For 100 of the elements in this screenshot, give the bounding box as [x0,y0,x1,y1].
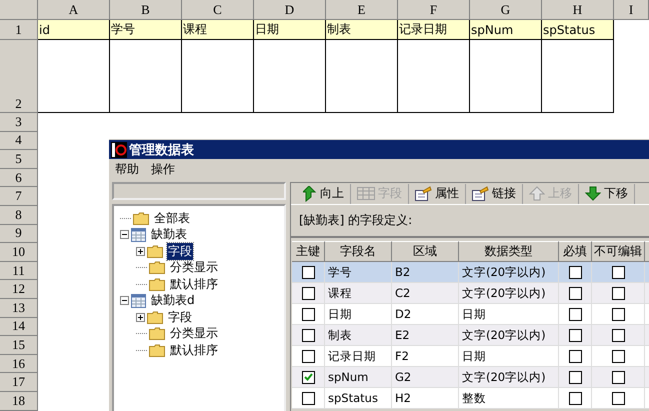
row-header[interactable]: 1 [0,20,38,40]
checkbox[interactable] [568,328,582,342]
checkbox[interactable] [302,350,314,362]
row-header[interactable]: 15 [0,336,38,355]
checkbox[interactable] [302,328,314,342]
toolbar-button[interactable]: 链接 [466,184,523,204]
checkbox[interactable] [302,308,314,320]
tree-item[interactable]: 缺勤表d [150,292,196,310]
tree-item[interactable]: 分类显示 [169,259,219,276]
row-header[interactable]: 4 [0,132,38,150]
column-header[interactable]: A [38,0,110,20]
expand-icon[interactable] [136,312,145,322]
row-header[interactable]: 6 [0,168,38,188]
checkbox[interactable] [568,266,582,278]
table-icon [131,294,146,308]
checkbox[interactable] [568,350,582,362]
column-header[interactable]: 主键 [292,241,325,262]
checkbox[interactable] [568,392,582,404]
table-cell[interactable]: 学号 [325,262,392,283]
table-cell: F2 [392,346,459,367]
collapse-icon[interactable] [120,230,129,240]
sheet-cell: id [38,20,110,40]
row-header[interactable]: 18 [0,392,38,410]
checkbox[interactable] [612,350,624,362]
tree-item[interactable]: 缺勤表 [150,226,188,244]
menu-item[interactable]: 帮助 [115,160,139,178]
up-arrow-icon [529,186,545,201]
checkbox[interactable] [302,370,314,384]
caption-text: [缺勤表] 的字段定义: [299,212,412,229]
checkbox[interactable] [612,286,624,300]
checkbox[interactable] [612,392,624,404]
toolbar-button[interactable]: 属性 [409,184,466,204]
column-header[interactable]: G [470,0,542,20]
column-header[interactable]: 不可编辑 [592,241,645,262]
row-header[interactable]: 10 [0,243,38,262]
column-header[interactable]: 必填 [559,241,592,262]
sheet-corner[interactable] [0,0,38,20]
checkbox[interactable] [568,308,582,320]
row-header[interactable]: 17 [0,373,38,392]
table-cell: H2 [392,388,459,409]
column-header[interactable]: 区域 [392,241,459,262]
checkbox[interactable] [612,370,624,384]
row-header[interactable]: 3 [0,113,38,132]
table-cell: 文字(20字以内) [459,262,559,283]
column-header[interactable]: F [398,0,470,20]
sheet-cell: 日期 [254,20,326,40]
expand-icon[interactable] [136,246,145,256]
row-header[interactable]: 7 [0,187,38,206]
table-cell[interactable]: 制表 [325,325,392,346]
down-arrow-icon [585,186,601,201]
table-cell[interactable]: spStatus [325,388,392,409]
sheet-cell: 制表 [326,20,398,40]
table-cell[interactable]: spNum [325,367,392,388]
checkbox[interactable] [568,370,582,384]
table-cell[interactable]: 课程 [325,283,392,304]
tree-item[interactable]: 字段 [167,242,193,260]
column-header[interactable]: 字段名 [325,241,392,262]
tree-item[interactable]: 字段 [167,308,193,326]
tree-item[interactable]: 分类显示 [169,325,219,342]
path-field[interactable] [112,182,286,200]
column-header[interactable]: 数据类型 [459,241,559,262]
table-cell: 日期 [459,346,559,367]
checkbox[interactable] [612,328,624,342]
tree-item[interactable]: 默认排序 [169,276,219,293]
row-header[interactable]: 16 [0,354,38,374]
checkbox[interactable] [302,286,314,300]
column-header[interactable]: H [542,0,614,20]
menu-item[interactable]: 操作 [151,160,175,178]
row-header[interactable]: 13 [0,298,38,318]
toolbar-button[interactable]: 向上 [297,184,351,204]
column-header[interactable]: I [614,0,649,20]
row-header[interactable]: 14 [0,318,38,336]
collapse-icon[interactable] [120,296,129,306]
column-header[interactable]: D [254,0,326,20]
row-header[interactable]: 8 [0,206,38,225]
row-header[interactable]: 2 [0,40,38,113]
tree-item[interactable]: 默认排序 [169,342,219,359]
row-header[interactable]: 11 [0,262,38,280]
row-header[interactable]: 5 [0,150,38,169]
table-cell: 文字(20字以内) [459,325,559,346]
tree-item[interactable]: 全部表 [153,210,191,227]
sheet-cell: 记录日期 [398,20,470,40]
checkbox[interactable] [568,286,582,300]
checkbox[interactable] [612,308,624,320]
table-cell: 日期 [459,304,559,325]
checkbox[interactable] [302,392,314,404]
checkbox[interactable] [302,266,314,278]
sheet-cell: spNum [470,20,542,40]
folder-icon [133,212,149,225]
toolbar-button[interactable]: 下移 [579,184,635,204]
row-header[interactable]: 9 [0,224,38,244]
folder-icon [147,244,163,258]
column-header[interactable]: C [182,0,254,20]
column-header[interactable]: E [326,0,398,20]
table-cell[interactable]: 记录日期 [325,346,392,367]
table-cell[interactable]: 日期 [325,304,392,325]
column-header[interactable]: B [110,0,182,20]
folder-icon [147,310,163,324]
row-header[interactable]: 12 [0,280,38,299]
checkbox[interactable] [612,266,624,278]
